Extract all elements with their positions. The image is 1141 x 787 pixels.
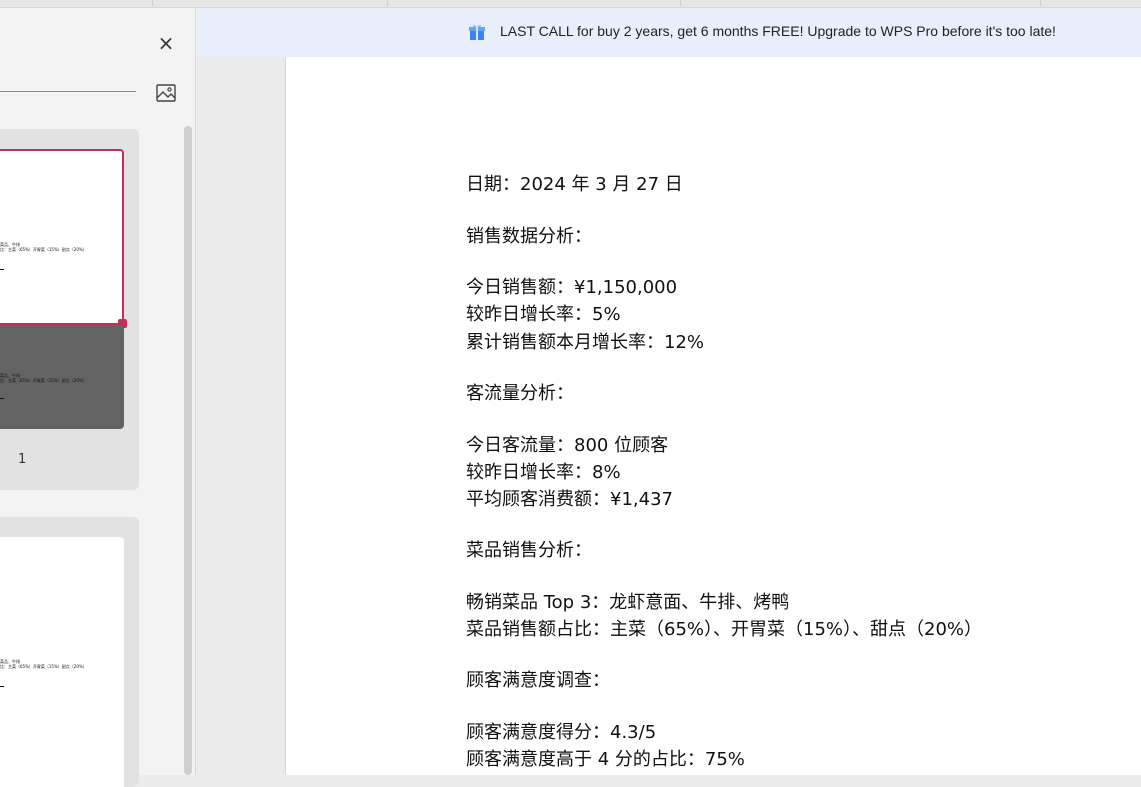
doc-heading-dishes: 菜品销售分析：: [466, 540, 592, 561]
tab-divider: [1040, 0, 1041, 6]
document-page[interactable]: 日期：2024 年 3 月 27 日 销售数据分析： 今日销售额：¥1,150,…: [285, 57, 1141, 775]
tab-divider: [152, 0, 153, 6]
tab-divider: [387, 0, 388, 6]
doc-line-date: 日期：2024 年 3 月 27 日: [466, 174, 683, 195]
doc-line: 较昨日增长率：5%: [466, 304, 621, 325]
doc-line: 畅销菜品 Top 3：龙虾意面、牛排、烤鸭: [466, 592, 790, 613]
thumbnail-text: [0, 398, 4, 399]
doc-line: 顾客满意度得分：4.3/5: [466, 722, 657, 743]
thumbnail-page-1[interactable]: 菜品、牛排 比：主菜（65%）开胃菜（15%）甜点（20%）: [0, 149, 127, 328]
upgrade-banner[interactable]: LAST CALL for buy 2 years, get 6 months …: [197, 8, 1141, 57]
thumbnail-page-1-lower: 菜品、牛排 比：主菜（65%）开胃菜（15%）甜点（20%）: [0, 325, 124, 429]
thumbnail-text: 比：主菜（65%）开胃菜（15%）甜点（20%）: [0, 664, 87, 669]
thumbnail-text: [0, 686, 4, 687]
doc-heading-traffic: 客流量分析：: [466, 383, 574, 404]
doc-line: 顾客满意度高于 4 分的占比：75%: [466, 749, 745, 770]
scrollbar-thumb[interactable]: [184, 126, 192, 775]
top-strip: [0, 0, 1141, 8]
tab-divider: [680, 0, 681, 6]
gift-icon: [467, 22, 487, 42]
thumbnail-text: [0, 269, 4, 270]
doc-line: 平均顾客消费额：¥1,437: [466, 489, 673, 510]
thumbnail-page-2[interactable]: 菜品、牛排 比：主菜（65%）开胃菜（15%）甜点（20%）: [0, 537, 124, 787]
thumbnail-panel: × 菜品、牛排 比：主菜（65%）开胃菜（15%）甜点（20%） 菜品、牛排 比…: [0, 8, 196, 787]
thumbnail-text: 比：主菜（65%）开胃菜（15%）甜点（20%）: [0, 378, 87, 383]
doc-line: 今日销售额：¥1,150,000: [466, 277, 678, 298]
doc-line: 累计销售额本月增长率：12%: [466, 332, 705, 353]
thumbnail-scrollbar[interactable]: [184, 126, 192, 775]
doc-heading-sales: 销售数据分析：: [466, 226, 592, 247]
document-area: 日期：2024 年 3 月 27 日 销售数据分析： 今日销售额：¥1,150,…: [197, 57, 1141, 775]
doc-heading-satisfaction: 顾客满意度调查：: [466, 670, 610, 691]
thumbnail-text: 比：主菜（65%）开胃菜（15%）甜点（20%）: [0, 247, 87, 252]
doc-line: 菜品销售额占比：主菜（65%）、开胃菜（15%）、甜点（20%）: [466, 619, 983, 640]
doc-line: 较昨日增长率：8%: [466, 462, 621, 483]
search-input-underline[interactable]: [0, 91, 136, 92]
banner-text[interactable]: LAST CALL for buy 2 years, get 6 months …: [500, 23, 1056, 39]
thumbnail-card-1[interactable]: 菜品、牛排 比：主菜（65%）开胃菜（15%）甜点（20%） 菜品、牛排 比：主…: [0, 129, 139, 490]
thumbnail-page-number: 1: [18, 452, 27, 467]
close-icon[interactable]: ×: [154, 31, 178, 55]
doc-line: 今日客流量：800 位顾客: [466, 435, 669, 456]
image-icon[interactable]: [154, 81, 178, 105]
thumbnail-card-2[interactable]: 菜品、牛排 比：主菜（65%）开胃菜（15%）甜点（20%）: [0, 517, 139, 787]
